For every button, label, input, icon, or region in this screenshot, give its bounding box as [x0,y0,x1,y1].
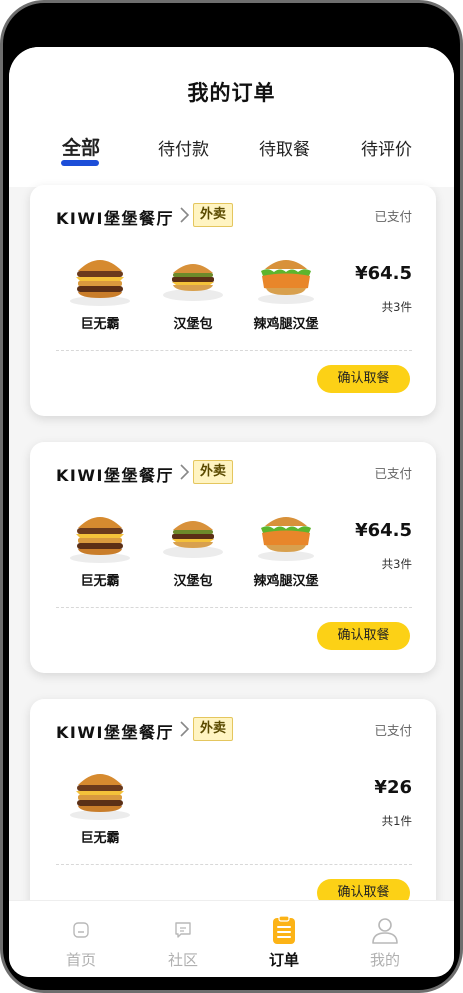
order-status: 已支付 [374,209,412,224]
nav-label: 社区 [167,951,198,969]
shop-name[interactable]: KIWI堡堡餐厅 [56,462,174,486]
item-name: 巨无霸 [80,831,120,846]
order-price: ¥26 [374,777,412,798]
order-item[interactable]: 辣鸡腿汉堡 [240,251,332,332]
order-item[interactable]: 汉堡包 [147,251,239,332]
item-count: 共1件 [381,814,412,828]
header: 我的订单 全部 待付款 待取餐 待评价 [9,47,454,187]
nav-orders[interactable]: 订单 [244,915,324,970]
divider [56,864,412,865]
confirm-pickup-button[interactable]: 确认取餐 [317,622,410,650]
nav-label: 订单 [268,951,299,969]
shop-name[interactable]: KIWI堡堡餐厅 [56,205,174,229]
confirm-pickup-button[interactable]: 确认取餐 [317,365,410,393]
item-name: 汉堡包 [173,317,213,332]
tab-pending-review[interactable]: 待评价 [361,135,412,160]
hamburger-icon [163,264,223,301]
order-price: ¥64.5 [355,263,412,284]
hamburger-icon [163,521,223,558]
tab-all[interactable]: 全部 [62,133,100,160]
divider [56,350,412,351]
spicy-chicken-burger-icon [258,517,314,561]
app-screen: 我的订单 全部 待付款 待取餐 待评价 KIWI堡堡餐厅 外卖 已支付 巨无霸 … [9,47,454,977]
page-title: 我的订单 [187,81,276,105]
delivery-badge: 外卖 [193,460,234,484]
item-count: 共3件 [381,557,412,571]
divider [56,607,412,608]
shop-name[interactable]: KIWI堡堡餐厅 [56,719,174,743]
phone-frame: 我的订单 全部 待付款 待取餐 待评价 KIWI堡堡餐厅 外卖 已支付 巨无霸 … [0,0,463,993]
delivery-badge: 外卖 [193,203,234,227]
nav-profile[interactable]: 我的 [345,915,425,970]
nav-home[interactable]: 首页 [41,915,121,970]
order-price: ¥64.5 [355,520,412,541]
item-name: 辣鸡腿汉堡 [253,574,319,589]
item-count: 共3件 [381,300,412,314]
item-name: 汉堡包 [173,574,213,589]
spicy-chicken-burger-icon [258,260,314,304]
order-item[interactable]: 巨无霸 [54,508,146,589]
big-mac-icon [70,774,130,820]
order-item[interactable]: 汉堡包 [147,508,239,589]
big-mac-icon [70,260,130,306]
tab-pending-payment[interactable]: 待付款 [158,135,209,160]
order-item[interactable]: 辣鸡腿汉堡 [240,508,332,589]
big-mac-icon [70,517,130,563]
order-item[interactable]: 巨无霸 [54,765,146,846]
order-status: 已支付 [374,723,412,738]
home-icon [73,922,89,938]
item-name: 巨无霸 [80,317,120,332]
item-name: 辣鸡腿汉堡 [253,317,319,332]
chevron-right-icon[interactable] [177,206,193,224]
community-icon [175,922,191,938]
order-item[interactable]: 巨无霸 [54,251,146,332]
order-card[interactable]: KIWI堡堡餐厅 外卖 已支付 巨无霸 ¥26 共1件 确认取餐 [30,699,436,930]
nav-label: 首页 [65,951,96,969]
order-card[interactable]: KIWI堡堡餐厅 外卖 已支付 巨无霸 汉堡包 辣鸡腿汉堡 ¥64.5 共3件 … [30,442,436,673]
bottom-tab-bar: 首页 社区 订单 我的 [9,900,454,977]
order-card[interactable]: KIWI堡堡餐厅 外卖 已支付 巨无霸 汉堡包 辣鸡腿汉堡 ¥64.5 共3件 … [30,185,436,416]
chevron-right-icon[interactable] [177,720,193,738]
orders-icon [273,915,295,944]
order-status: 已支付 [374,466,412,481]
tab-pending-pickup[interactable]: 待取餐 [259,135,310,160]
profile-icon [372,918,398,944]
chevron-right-icon[interactable] [177,463,193,481]
nav-label: 我的 [369,951,400,969]
nav-community[interactable]: 社区 [143,915,223,970]
item-name: 巨无霸 [80,574,120,589]
delivery-badge: 外卖 [193,717,234,741]
active-tab-indicator [61,160,99,166]
